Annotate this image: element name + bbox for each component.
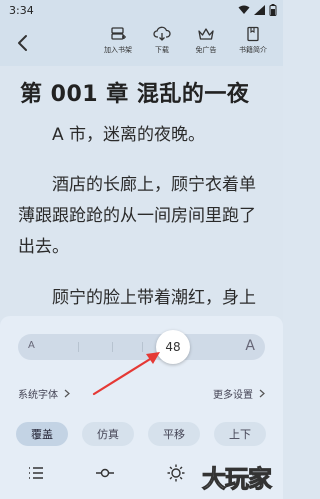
slider-tick — [78, 342, 79, 352]
back-icon[interactable] — [12, 32, 34, 54]
wifi-icon — [238, 5, 250, 14]
page-mode-simulate[interactable]: 仿真 — [82, 422, 134, 446]
watermark-logo: 大玩家 — [202, 465, 273, 494]
font-options-row: 系统字体 更多设置 — [18, 384, 265, 404]
system-font-label: 系统字体 — [18, 390, 58, 401]
download-button[interactable]: 下载 — [139, 26, 185, 64]
status-time: 3:34 — [9, 4, 34, 17]
slider-tick — [112, 342, 113, 352]
font-size-max-label: A — [245, 338, 255, 354]
battery-icon — [269, 4, 277, 16]
system-font-button[interactable]: 系统字体 — [18, 386, 70, 401]
bottom-nav: 大玩家 — [0, 457, 283, 494]
page-mode-vertical[interactable]: 上下 — [214, 422, 266, 446]
page-mode-slide[interactable]: 平移 — [148, 422, 200, 446]
paragraph: 酒店的长廊上，顾宁衣着单薄跟跟跄跄的从一间房间里跑了出去。 — [18, 175, 256, 257]
font-size-thumb[interactable]: 48 — [156, 330, 190, 364]
chevron-right-icon — [64, 389, 70, 398]
signal-icon — [254, 5, 265, 15]
cloud-download-icon — [153, 26, 171, 41]
add-to-shelf-button[interactable]: 加入书架 — [95, 26, 141, 64]
crown-icon — [198, 28, 214, 40]
book-intro-label: 书籍简介 — [239, 46, 267, 54]
page-mode-cover[interactable]: 覆盖 — [16, 422, 68, 446]
status-bar: 3:34 — [0, 0, 283, 22]
chapter-title: 第 001 章 混乱的一夜 — [20, 82, 250, 107]
brightness-icon[interactable] — [166, 463, 186, 483]
font-size-min-label: A — [28, 340, 35, 351]
page-mode-selector: 覆盖 仿真 平移 上下 — [16, 422, 266, 448]
add-to-shelf-label: 加入书架 — [104, 46, 132, 54]
font-size-value: 48 — [165, 340, 181, 354]
reading-content[interactable]: 第 001 章 混乱的一夜 A 市，迷离的夜晚。 酒店的长廊上，顾宁衣着单薄跟跟… — [0, 66, 283, 326]
more-settings-button[interactable]: 更多设置 — [213, 386, 265, 401]
bookshelf-add-icon — [111, 27, 126, 40]
slider-tick — [142, 342, 143, 352]
book-intro-button[interactable]: 书籍简介 — [230, 26, 276, 64]
book-icon — [247, 26, 259, 42]
download-label: 下载 — [155, 46, 169, 54]
reader-settings-panel: A A 48 系统字体 更多设置 覆盖 仿真 平移 上下 大玩家 — [0, 316, 283, 499]
chevron-right-icon — [259, 389, 265, 398]
more-settings-label: 更多设置 — [213, 390, 253, 401]
ad-free-label: 免广告 — [195, 46, 217, 54]
progress-icon[interactable] — [95, 463, 115, 483]
ad-free-button[interactable]: 免广告 — [183, 26, 229, 64]
font-size-slider[interactable]: A A 48 — [18, 330, 265, 364]
status-icons — [238, 4, 277, 16]
reader-toolbar: 加入书架 下载 免广告 书籍简介 — [0, 22, 283, 66]
table-of-contents-icon[interactable] — [26, 463, 46, 483]
paragraph: A 市，迷离的夜晚。 — [52, 125, 206, 145]
